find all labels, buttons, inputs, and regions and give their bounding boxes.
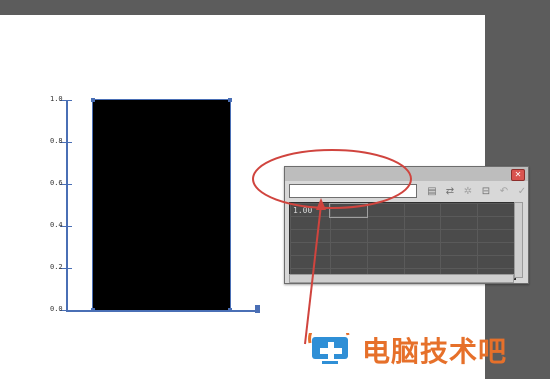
grid-cell[interactable] xyxy=(329,203,369,218)
cell-style-icon[interactable]: ⊟ xyxy=(479,184,493,198)
cell-value-input[interactable] xyxy=(289,184,417,198)
grid-cell[interactable] xyxy=(366,216,405,230)
window-titlebar[interactable]: ✕ xyxy=(285,167,528,181)
grid-cell[interactable] xyxy=(366,242,405,256)
grid-cell[interactable] xyxy=(403,229,442,243)
switch-xy-icon[interactable]: ✲ xyxy=(461,184,475,198)
grid-cell[interactable] xyxy=(366,203,405,217)
y-tick-label: 0.4 xyxy=(50,221,63,229)
data-grid[interactable]: 1.00 xyxy=(289,202,516,280)
selection-handle[interactable] xyxy=(91,98,95,102)
y-tick-label: 0.2 xyxy=(50,263,63,271)
grid-cell[interactable] xyxy=(477,216,515,230)
graph-data-window: ✕ ▤ ⇄ ✲ ⊟ ↶ ✓ 1.00 xyxy=(284,166,529,284)
grid-cell[interactable] xyxy=(477,229,515,243)
selection-handle[interactable] xyxy=(91,308,95,312)
apply-icon[interactable]: ✓ xyxy=(515,184,529,198)
grid-cell[interactable] xyxy=(329,216,368,230)
grid-row xyxy=(290,242,515,256)
grid-cell[interactable] xyxy=(477,242,515,256)
grid-cell[interactable] xyxy=(477,203,515,217)
grid-row xyxy=(290,255,515,269)
y-tick-label: 0.0 xyxy=(50,305,63,313)
grid-cell[interactable] xyxy=(477,255,515,269)
watermark: 电脑技术吧 xyxy=(308,330,507,370)
grid-cell[interactable] xyxy=(403,255,442,269)
grid-cell[interactable] xyxy=(440,255,479,269)
top-bar xyxy=(0,0,485,15)
grid-cell[interactable] xyxy=(440,216,479,230)
grid-cell[interactable] xyxy=(440,242,479,256)
grid-cell[interactable] xyxy=(290,216,331,230)
y-tick-label: 1.0 xyxy=(50,95,63,103)
data-toolbar: ▤ ⇄ ✲ ⊟ ↶ ✓ xyxy=(425,184,529,198)
resize-handle[interactable] xyxy=(255,305,260,313)
grid-cell[interactable] xyxy=(366,255,405,269)
grid-cell[interactable] xyxy=(403,203,442,217)
grid-cell[interactable] xyxy=(403,216,442,230)
import-data-icon[interactable]: ▤ xyxy=(425,184,439,198)
horizontal-scrollbar[interactable] xyxy=(289,274,514,283)
data-bar[interactable] xyxy=(92,99,231,311)
grid-cell[interactable]: 1.00 xyxy=(290,203,331,217)
selection-handle[interactable] xyxy=(228,98,232,102)
selection-handle[interactable] xyxy=(228,308,232,312)
grid-row xyxy=(290,216,515,230)
watermark-text: 电脑技术吧 xyxy=(362,335,508,368)
grid-cell[interactable] xyxy=(366,229,405,243)
y-tick-label: 0.6 xyxy=(50,179,63,187)
grid-cell[interactable] xyxy=(290,229,331,243)
transpose-icon[interactable]: ⇄ xyxy=(443,184,457,198)
vertical-scrollbar[interactable] xyxy=(514,202,523,278)
grid-row xyxy=(290,229,515,243)
grid-cell[interactable] xyxy=(440,203,479,217)
grid-cell[interactable] xyxy=(329,242,368,256)
grid-cell[interactable] xyxy=(403,242,442,256)
grid-cell[interactable] xyxy=(440,229,479,243)
grid-cell[interactable] xyxy=(290,242,331,256)
grid-cell[interactable] xyxy=(329,229,368,243)
grid-cell[interactable] xyxy=(329,255,368,269)
y-tick-label: 0.8 xyxy=(50,137,63,145)
y-axis xyxy=(66,100,68,311)
monitor-logo-icon xyxy=(308,333,350,364)
grid-cell[interactable] xyxy=(290,255,331,269)
close-button[interactable]: ✕ xyxy=(511,169,525,181)
grid-row: 1.00 xyxy=(290,203,515,218)
revert-icon[interactable]: ↶ xyxy=(497,184,511,198)
